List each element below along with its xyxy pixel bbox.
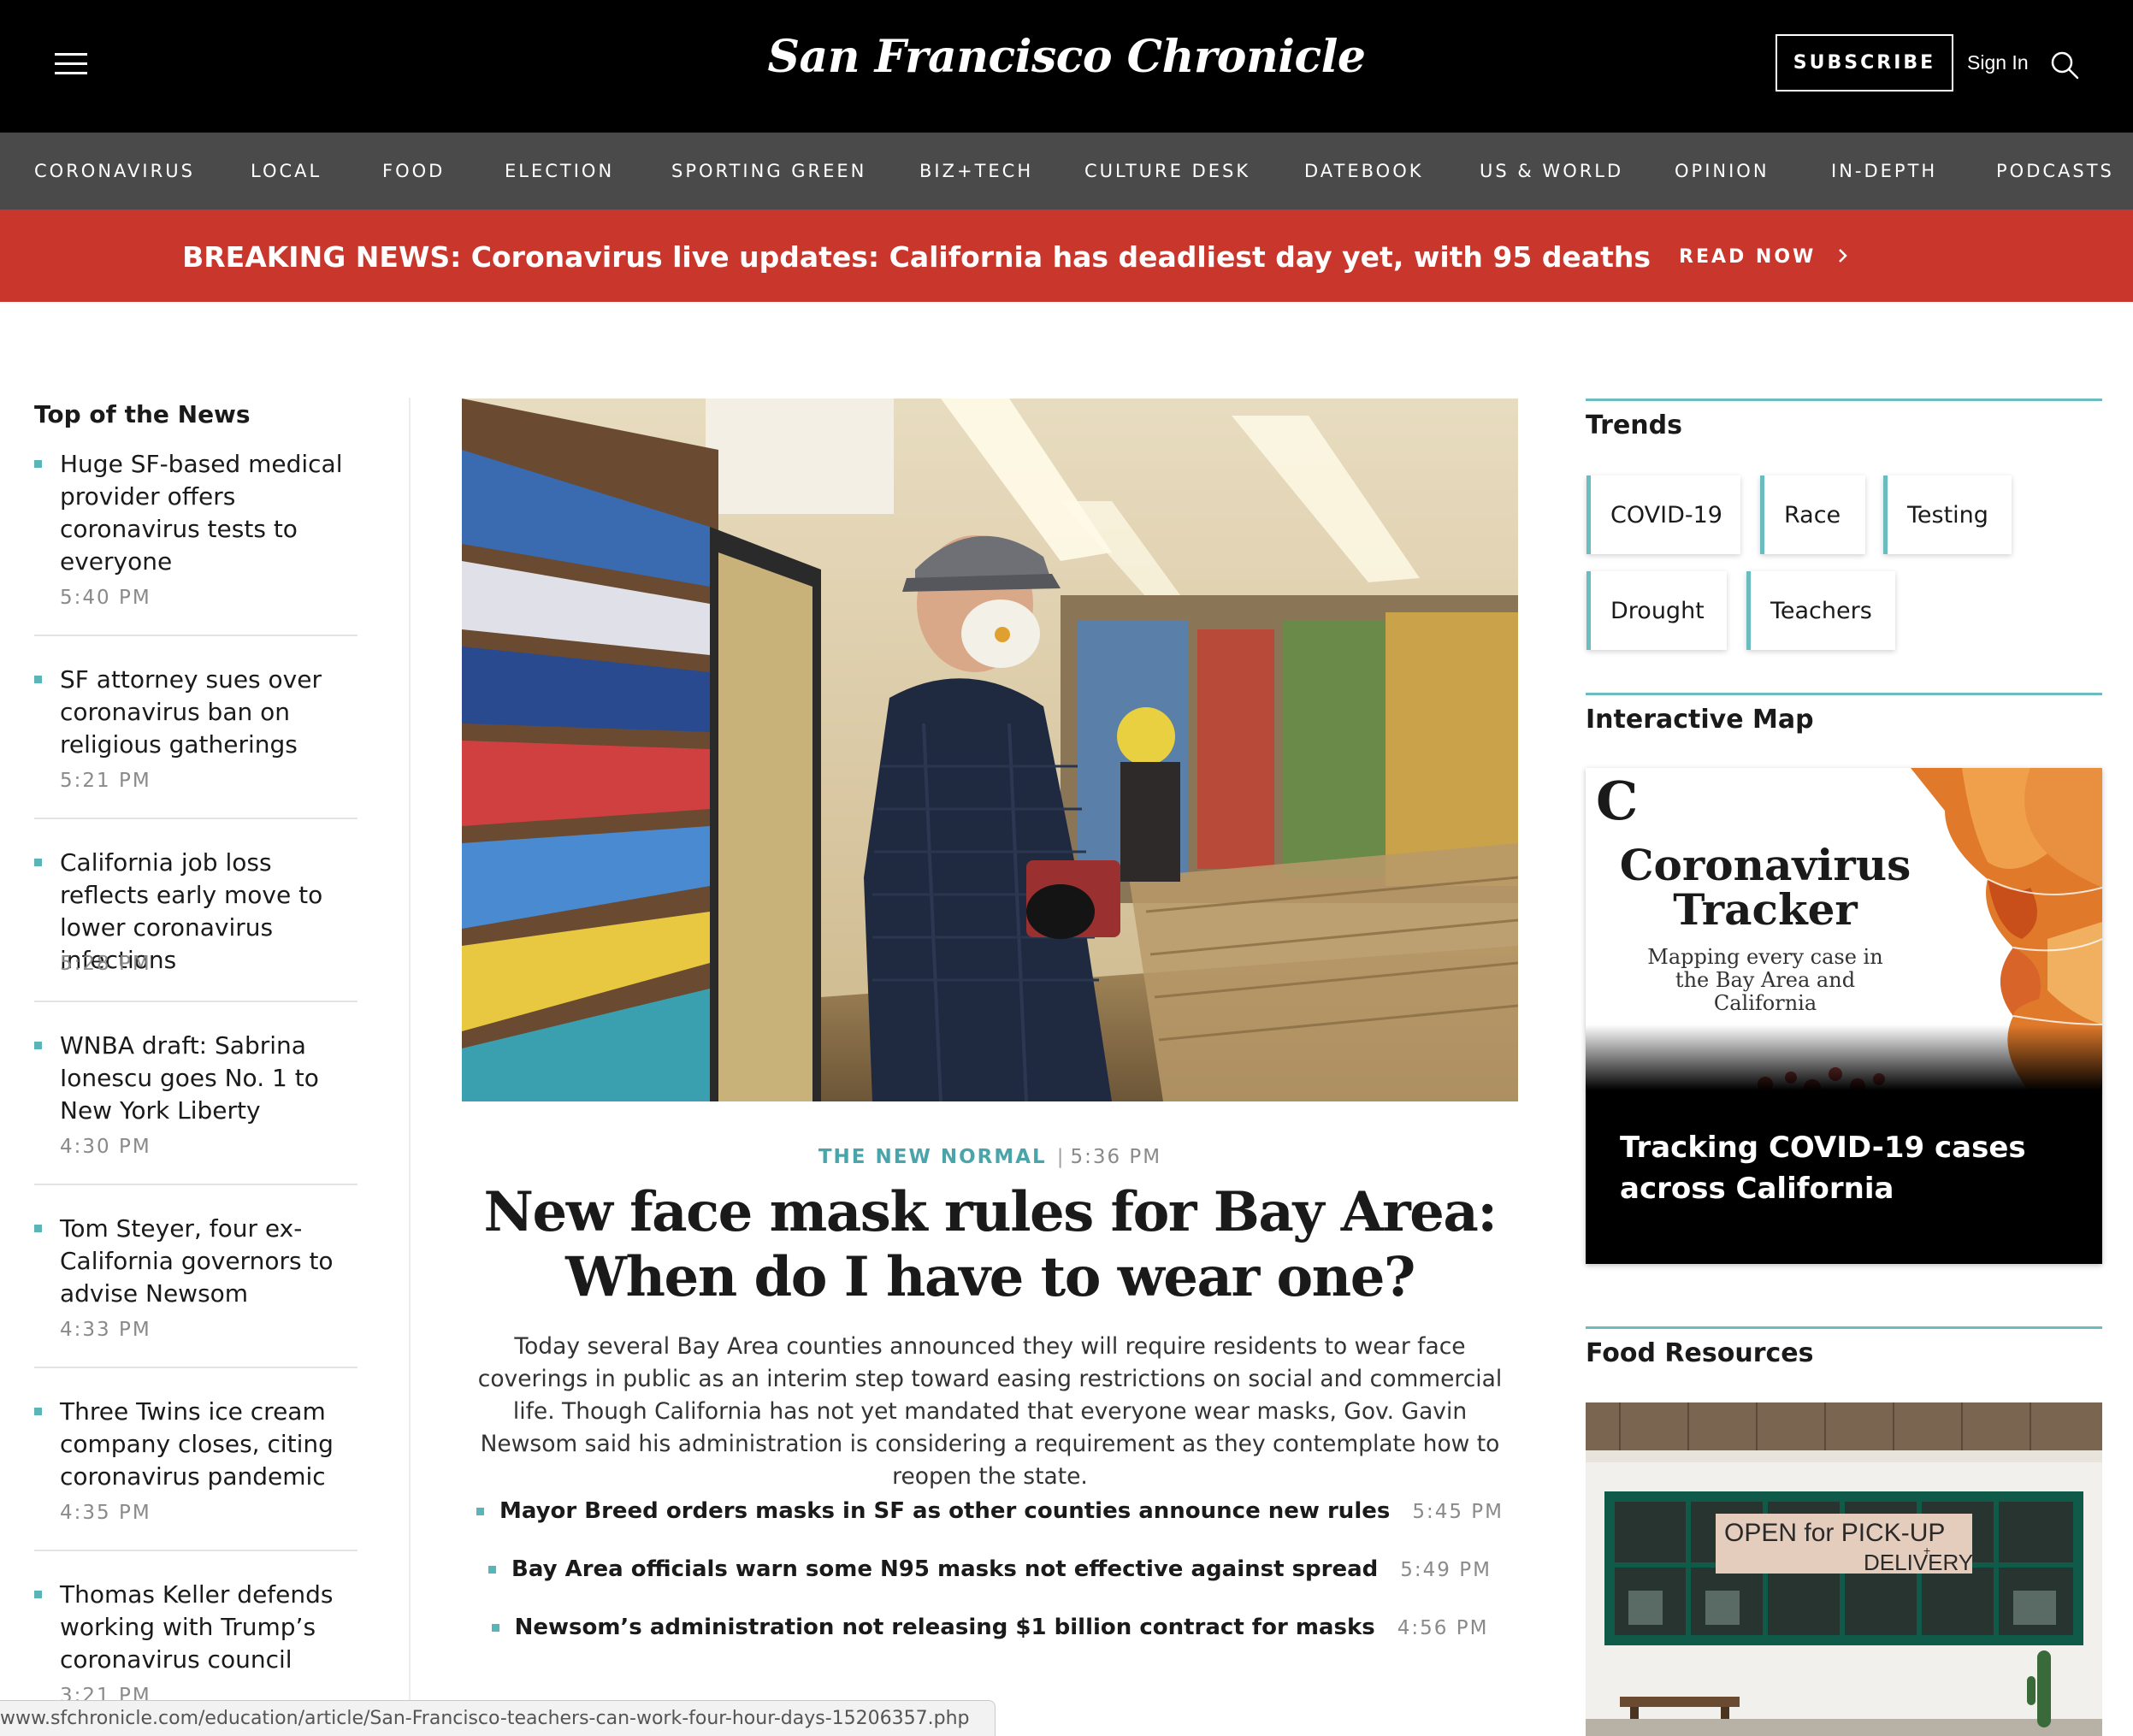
lead-headline[interactable]: New face mask rules for Bay Area: When d…	[462, 1180, 1518, 1310]
trends-rule	[1586, 399, 2102, 401]
news-headline[interactable]: Thomas Keller defends working with Trump…	[60, 1579, 368, 1676]
breaking-news-headline[interactable]: BREAKING NEWS: Coronavirus live updates:…	[0, 240, 1651, 274]
news-headline[interactable]: SF attorney sues over coronavirus ban on…	[60, 664, 368, 761]
related-link: Bay Area officials warn some N95 masks n…	[462, 1556, 1518, 1582]
trend-race[interactable]: Race	[1760, 475, 1865, 554]
bullet-icon	[34, 1042, 42, 1049]
chronicle-c-logo: C	[1596, 770, 1639, 832]
lead-summary: Today several Bay Area counties announce…	[477, 1333, 1503, 1490]
bullet-icon	[34, 676, 42, 683]
sign-delivery-text: DELIVERY	[1864, 1550, 1973, 1575]
trend-teachers[interactable]: Teachers	[1746, 571, 1895, 650]
breaking-news-banner: BREAKING NEWS: Coronavirus live updates:…	[0, 210, 2133, 302]
tracker-subtitle: Mapping every case in the Bay Area and C…	[1647, 945, 1883, 1015]
divider	[34, 1367, 357, 1368]
kicker-separator: |	[1056, 1146, 1064, 1168]
subscribe-button[interactable]: SUBSCRIBE	[1776, 34, 1953, 92]
sign-in-link[interactable]: Sign In	[1967, 51, 2029, 74]
column-divider	[409, 398, 411, 1736]
news-time: 5:28 PM	[60, 953, 151, 975]
news-headline[interactable]: Three Twins ice cream company closes, ci…	[60, 1396, 368, 1493]
related-time: 4:56 PM	[1397, 1617, 1489, 1639]
related-headline[interactable]: Bay Area officials warn some N95 masks n…	[511, 1556, 1378, 1582]
bullet-icon	[34, 1591, 42, 1598]
read-now-label: READ NOW	[1679, 246, 1817, 268]
related-link: Newsom’s administration not releasing $1…	[462, 1615, 1518, 1640]
sign-open-text: OPEN for PICK-UP	[1724, 1519, 1945, 1547]
divider	[34, 635, 357, 636]
interactive-map-rule	[1586, 693, 2102, 695]
nav-item-datebook[interactable]: DATEBOOK	[1304, 161, 1424, 181]
news-time: 5:40 PM	[60, 587, 151, 609]
nav-item-culture-desk[interactable]: CULTURE DESK	[1084, 161, 1250, 181]
news-headline[interactable]: WNBA draft: Sabrina Ionescu goes No. 1 t…	[60, 1030, 368, 1127]
interactive-map-title: Interactive Map	[1586, 705, 1814, 735]
nav-item-coronavirus[interactable]: CORONAVIRUS	[34, 161, 195, 181]
nav-item-election[interactable]: ELECTION	[505, 161, 614, 181]
browser-status-url: www.sfchronicle.com/education/article/Sa…	[0, 1700, 996, 1736]
bullet-icon	[34, 859, 42, 866]
divider	[34, 1550, 357, 1551]
bullet-icon	[488, 1566, 497, 1574]
news-headline[interactable]: Tom Steyer, four ex-California governors…	[60, 1213, 368, 1310]
related-headline[interactable]: Newsom’s administration not releasing $1…	[515, 1615, 1375, 1640]
news-time: 5:21 PM	[60, 770, 151, 792]
news-time: 4:33 PM	[60, 1319, 151, 1341]
related-time: 5:45 PM	[1412, 1501, 1504, 1523]
tracker-caption: Tracking COVID-19 cases across Californi…	[1620, 1131, 2026, 1206]
search-icon[interactable]	[2049, 50, 2080, 80]
trend-drought[interactable]: Drought	[1586, 571, 1727, 650]
bullet-icon	[34, 460, 42, 468]
nav-item-podcasts[interactable]: PODCASTS	[1996, 161, 2114, 181]
related-link: Mayor Breed orders masks in SF as other …	[462, 1498, 1518, 1524]
virus-illustration	[1586, 1024, 2102, 1119]
news-time: 4:30 PM	[60, 1136, 151, 1158]
coronavirus-tracker-card[interactable]: C Coronavirus Tracker Mapping every case…	[1586, 768, 2102, 1264]
nav-item-in-depth[interactable]: IN-DEPTH	[1831, 161, 1937, 181]
nav-item-opinion[interactable]: OPINION	[1675, 161, 1770, 181]
bullet-icon	[34, 1225, 42, 1232]
divider	[34, 818, 357, 819]
divider	[34, 1001, 357, 1002]
food-resources-title: Food Resources	[1586, 1338, 1814, 1368]
top-news-title: Top of the News	[34, 400, 251, 428]
nav-item-us-world[interactable]: US & WORLD	[1480, 161, 1623, 181]
lead-story-photo[interactable]	[462, 399, 1518, 1101]
related-headline[interactable]: Mayor Breed orders masks in SF as other …	[499, 1498, 1390, 1524]
related-time: 5:49 PM	[1400, 1559, 1492, 1581]
read-now-link[interactable]: READ NOW	[1679, 246, 1849, 268]
lead-time: 5:36 PM	[1070, 1146, 1162, 1168]
divider	[34, 1184, 357, 1185]
bullet-icon	[34, 1408, 42, 1415]
news-headline[interactable]: Huge SF-based medical provider offers co…	[60, 448, 368, 578]
site-header: San Francisco Chronicle SUBSCRIBE Sign I…	[0, 0, 2133, 133]
food-resources-photo[interactable]: OPEN for PICK-UP + DELIVERY	[1586, 1402, 2102, 1736]
trend-covid-19[interactable]: COVID-19	[1586, 475, 1740, 554]
chevron-right-icon	[1839, 249, 1847, 263]
tracker-title: Coronavirus Tracker	[1619, 840, 1911, 935]
bullet-icon	[491, 1624, 499, 1632]
nav-item-sporting-green[interactable]: SPORTING GREEN	[671, 161, 866, 181]
bullet-icon	[476, 1508, 484, 1515]
trend-testing[interactable]: Testing	[1883, 475, 2012, 554]
nav-item-biz-tech[interactable]: BIZ+TECH	[919, 161, 1033, 181]
lead-kicker[interactable]: THE NEW NORMAL	[818, 1146, 1047, 1168]
nav-item-local[interactable]: LOCAL	[251, 161, 322, 181]
page: San Francisco Chronicle SUBSCRIBE Sign I…	[0, 0, 2133, 1736]
food-resources-rule	[1586, 1326, 2102, 1329]
section-nav: CORONAVIRUS LOCAL FOOD ELECTION SPORTING…	[0, 133, 2133, 210]
lead-kicker-row: THE NEW NORMAL | 5:36 PM	[462, 1146, 1518, 1168]
trends-title: Trends	[1586, 410, 1682, 440]
nav-item-food[interactable]: FOOD	[382, 161, 445, 181]
news-time: 4:35 PM	[60, 1502, 151, 1524]
